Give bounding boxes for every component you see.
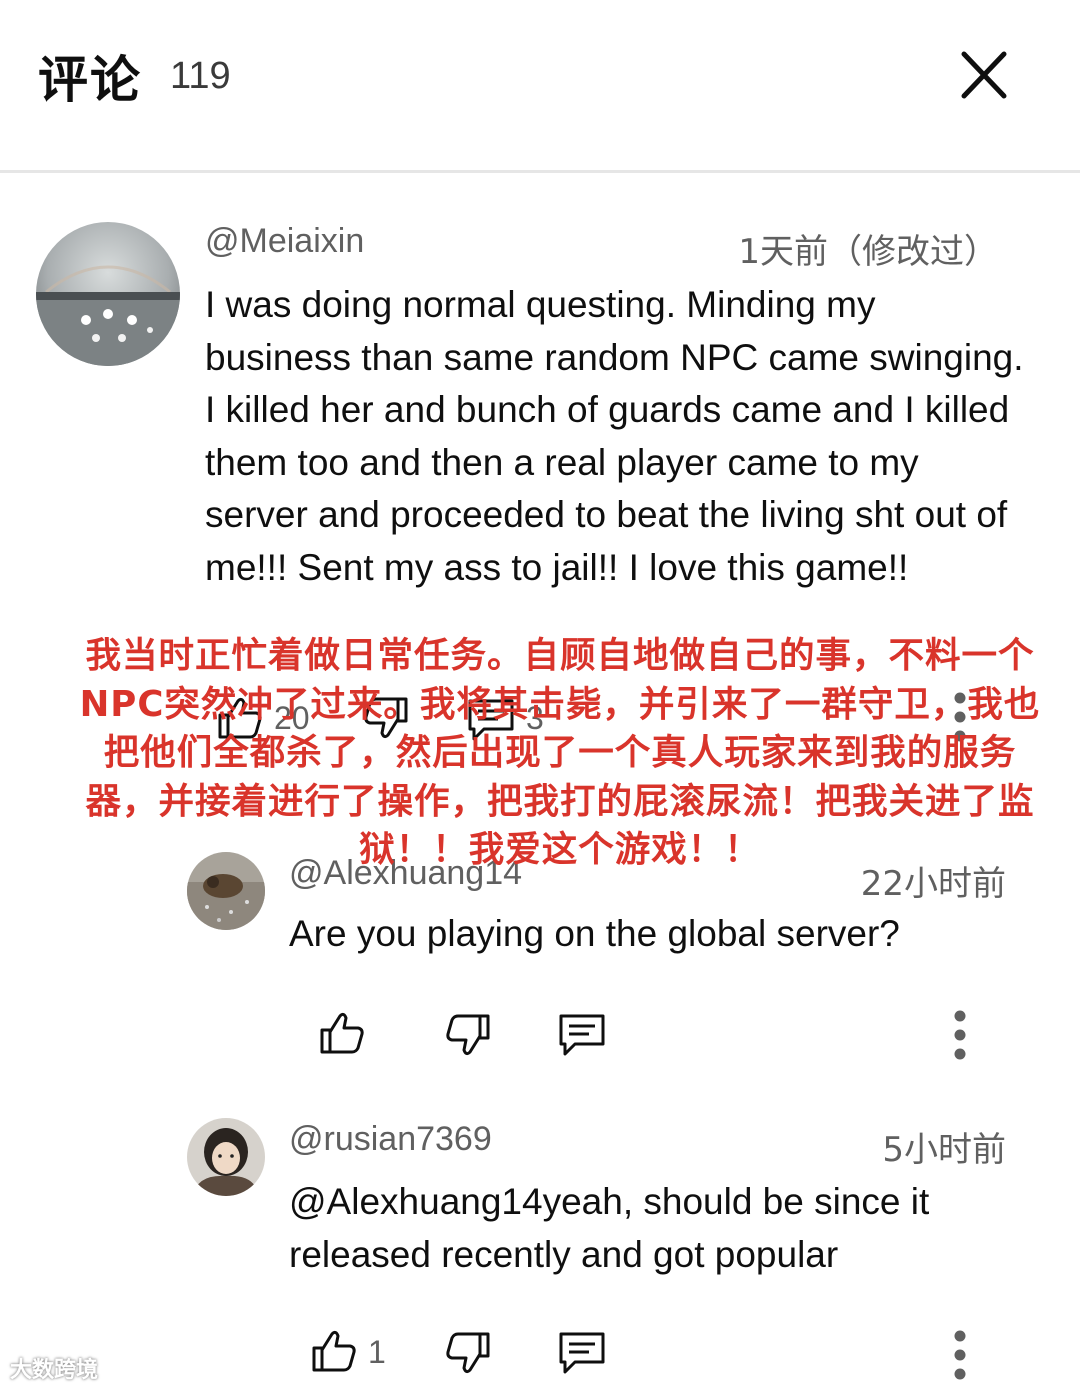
- avatar[interactable]: [187, 852, 265, 930]
- comment-timestamp: 22小时前: [860, 864, 1006, 904]
- reply-button[interactable]: [466, 697, 516, 748]
- comment-timestamp: 1天前（修改过）: [738, 232, 998, 272]
- comment-text: @Alexhuang14yeah, should be since it rel…: [289, 1181, 930, 1275]
- translation-overlay: 我当时正忙着做日常任务。自顾自地做自己的事，不料一个NPC突然冲了过来。我将其击…: [79, 635, 1041, 870]
- header-divider: [0, 170, 1080, 173]
- more-vert-icon: [954, 692, 966, 742]
- dislike-button[interactable]: [444, 1012, 492, 1063]
- thumbs-up-icon: [320, 1012, 364, 1054]
- more-vert-icon: [954, 1330, 966, 1380]
- more-options-button[interactable]: [946, 690, 974, 749]
- close-icon: [961, 51, 1007, 99]
- like-button[interactable]: [310, 1328, 358, 1379]
- comment-author[interactable]: @rusian7369: [289, 1120, 492, 1159]
- avatar[interactable]: [36, 222, 180, 366]
- reply-icon: [559, 1014, 605, 1056]
- like-button[interactable]: [318, 1010, 366, 1061]
- like-count: 20: [274, 700, 310, 736]
- thumbs-down-icon: [446, 1014, 490, 1056]
- comment-count: 119: [170, 55, 231, 97]
- reply-icon: [468, 699, 514, 741]
- dislike-button[interactable]: [444, 1330, 492, 1381]
- watermark: 大数跨境: [10, 1358, 99, 1383]
- header-title: 评论: [38, 51, 142, 109]
- comment-text: Are you playing on the global server?: [289, 913, 900, 954]
- like-count: 1: [368, 1334, 386, 1370]
- thumbs-up-icon: [218, 697, 262, 739]
- comment-text: I was doing normal questing. Minding my …: [205, 284, 1024, 588]
- dislike-button[interactable]: [362, 695, 410, 746]
- thumbs-up-icon: [312, 1330, 356, 1372]
- thumbs-down-icon: [446, 1332, 490, 1374]
- more-options-button[interactable]: [946, 1008, 974, 1067]
- like-button[interactable]: [216, 695, 264, 746]
- avatar[interactable]: [187, 1118, 265, 1196]
- comment-author[interactable]: @Meiaixin: [205, 222, 364, 261]
- more-options-button[interactable]: [946, 1328, 974, 1387]
- reply-button[interactable]: [557, 1330, 607, 1381]
- reply-icon: [559, 1332, 605, 1374]
- comment-timestamp: 5小时前: [882, 1130, 1006, 1170]
- thumbs-down-icon: [364, 697, 408, 739]
- more-vert-icon: [954, 1010, 966, 1060]
- close-button[interactable]: [952, 48, 1016, 104]
- comments-header: 评论 119: [0, 0, 1080, 170]
- comment-author[interactable]: @Alexhuang14: [289, 854, 522, 893]
- reply-button[interactable]: [557, 1012, 607, 1063]
- reply-count: 3: [526, 700, 544, 736]
